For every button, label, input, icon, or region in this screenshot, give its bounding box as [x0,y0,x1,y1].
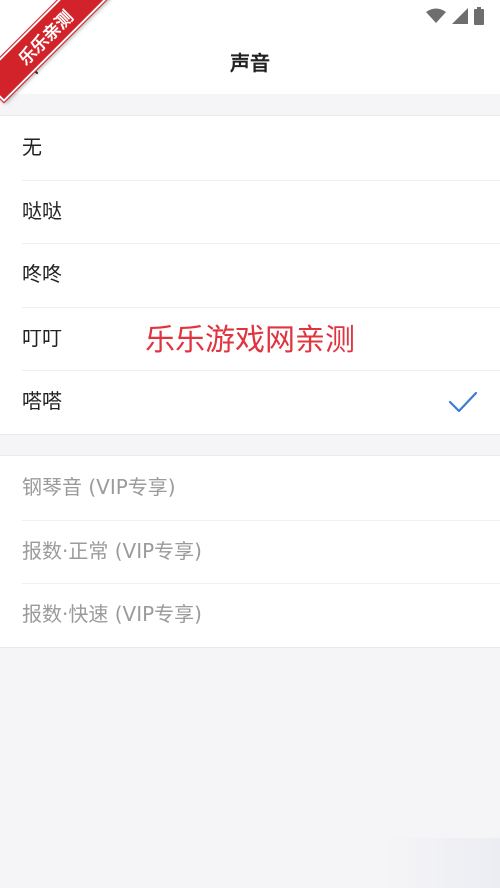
sound-item-dingding[interactable]: 叮叮 [0,306,500,371]
vip-sound-item-label: 报数·快速 (VIP专享) [22,602,202,626]
vip-sound-item-label: 钢琴音 (VIP专享) [22,475,176,499]
signal-icon [452,8,468,24]
sound-item-dongdong[interactable]: 咚咚 [0,243,500,307]
sound-item-label: 嗒嗒 [22,389,62,413]
status-icons [426,6,484,26]
sound-item-label: 叮叮 [22,325,62,350]
header-bar: 声音 [0,32,500,94]
page-title: 声音 [230,51,270,75]
sound-item-label: 哒哒 [22,198,62,223]
vip-sound-item-count-normal[interactable]: 报数·正常 (VIP专享) [0,519,500,584]
sound-list: 无 哒哒 咚咚 叮叮 嗒嗒 [0,115,500,435]
vip-sound-item-piano[interactable]: 钢琴音 (VIP专享) [0,456,500,520]
sound-item-label: 咚咚 [22,262,62,286]
battery-icon [474,7,484,25]
sound-item-label: 无 [22,135,42,159]
vip-sound-item-count-fast[interactable]: 报数·快速 (VIP专享) [0,583,500,647]
bottom-gesture-area [382,838,500,888]
sound-item-dada[interactable]: 哒哒 [0,179,500,244]
check-icon [448,391,478,413]
vip-sound-list: 钢琴音 (VIP专享) 报数·正常 (VIP专享) 报数·快速 (VIP专享) [0,455,500,648]
sound-item-none[interactable]: 无 [0,116,500,180]
sound-item-tata-selected[interactable]: 嗒嗒 [0,370,500,434]
vip-sound-item-label: 报数·正常 (VIP专享) [22,538,202,563]
wifi-icon [426,8,446,23]
